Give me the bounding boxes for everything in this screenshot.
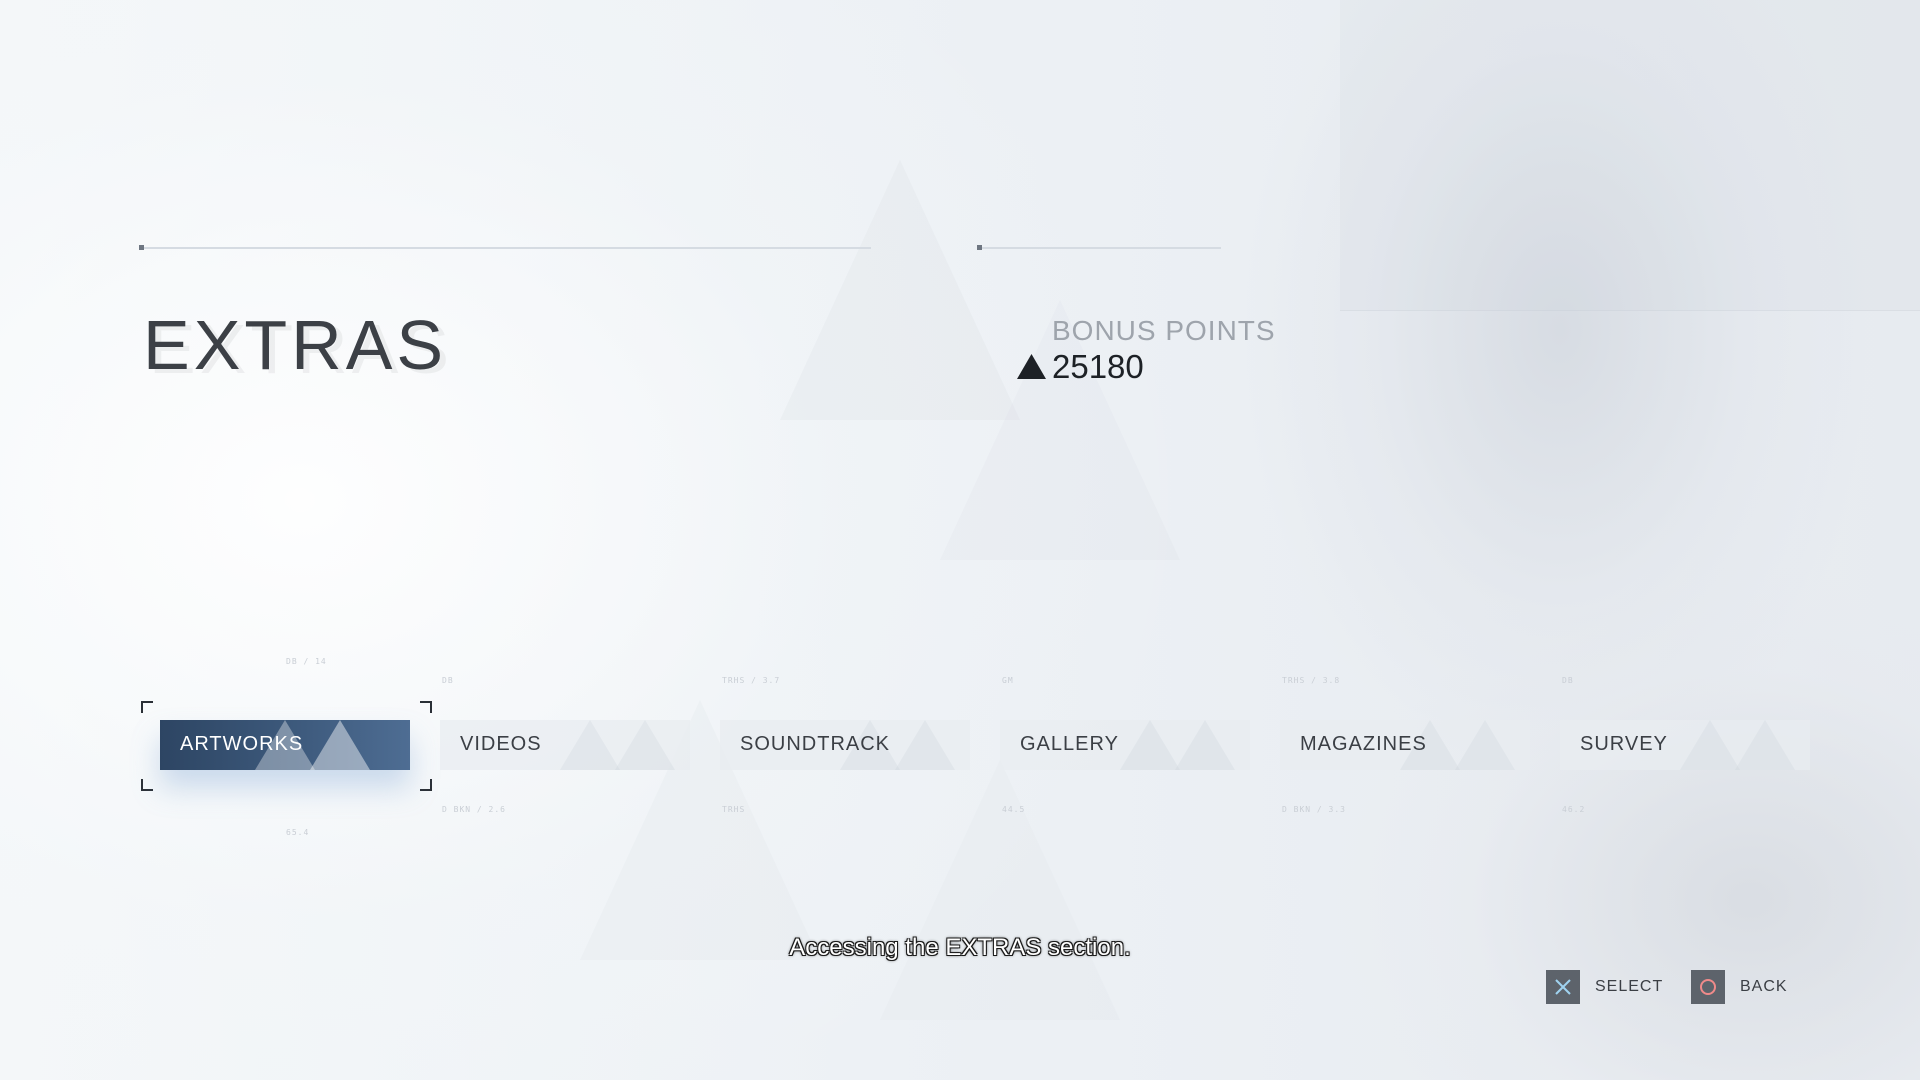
menu-item-magazines[interactable]: MAGAZINES [1280, 720, 1530, 770]
menu-item-label: GALLERY [1020, 733, 1119, 755]
back-prompt[interactable]: BACK [1691, 970, 1788, 1004]
select-label: SELECT [1595, 978, 1664, 995]
background-triangles [580, 160, 1180, 1020]
menu-item-videos[interactable]: VIDEOS [440, 720, 690, 770]
back-label: BACK [1740, 978, 1788, 995]
menu-item-label: SOUNDTRACK [740, 733, 891, 755]
triangle-icon [1017, 354, 1046, 379]
menu-item-gallery[interactable]: GALLERY [1000, 720, 1250, 770]
bonus-points-label: BONUS POINTS [1052, 315, 1276, 346]
subtitle-text: Accessing the EXTRAS section. [789, 934, 1131, 961]
header-divider-left [139, 245, 871, 250]
header-divider-right [977, 245, 1221, 250]
cross-button-icon [1546, 970, 1580, 1004]
menu-item-label: MAGAZINES [1300, 733, 1427, 755]
bonus-points-value: 25180 [1052, 348, 1144, 385]
menu-item-label: SURVEY [1580, 733, 1668, 755]
menu-item-soundtrack[interactable]: SOUNDTRACK [720, 720, 970, 770]
page-title: EXTRAS [143, 306, 448, 384]
menu-item-label: ARTWORKS [180, 733, 304, 755]
select-prompt[interactable]: SELECT [1546, 970, 1663, 1004]
circle-button-icon [1691, 970, 1725, 1004]
background [0, 0, 1920, 1080]
menu-item-survey[interactable]: SURVEY [1560, 720, 1810, 770]
menu-item-artworks[interactable]: ARTWORKS [160, 720, 410, 770]
menu-item-label: VIDEOS [460, 733, 542, 755]
